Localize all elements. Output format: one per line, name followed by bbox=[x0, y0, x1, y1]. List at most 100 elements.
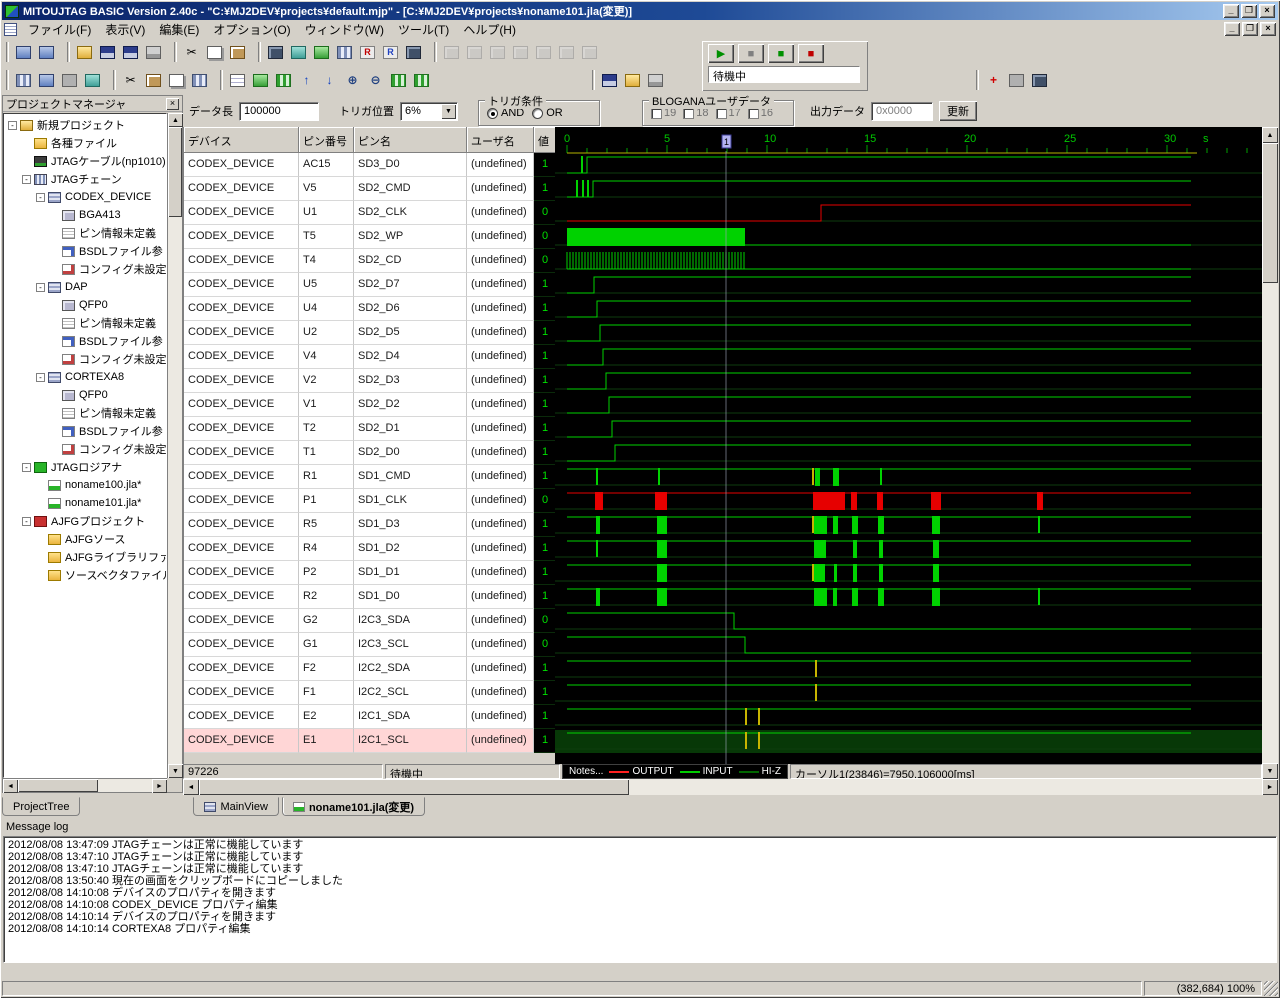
scroll-right-icon[interactable]: ► bbox=[152, 779, 167, 793]
tree-item[interactable]: noname101.jla* bbox=[4, 494, 166, 512]
tree-item[interactable]: - JTAGロジアナ bbox=[4, 458, 166, 476]
signal-row[interactable]: CODEX_DEVICE R2 SD1_D0 (undefined) 1 bbox=[184, 585, 556, 609]
pause-button[interactable]: ■ bbox=[738, 44, 764, 63]
pin-lock-button[interactable] bbox=[58, 69, 81, 91]
waveform-horizontal-scrollbar[interactable]: ◄ ► bbox=[183, 779, 1278, 795]
tree-item[interactable]: noname100.jla* bbox=[4, 476, 166, 494]
tree-item[interactable]: 各種ファイル bbox=[4, 134, 166, 152]
waveform-canvas[interactable]: 0 5 10 15 20 25 30 s 1 bbox=[555, 127, 1262, 764]
wave-load-button[interactable] bbox=[621, 69, 644, 91]
cols-wide-button[interactable] bbox=[410, 69, 433, 91]
tree-item[interactable]: - JTAGチェーン bbox=[4, 170, 166, 188]
tree-item[interactable]: JTAGケーブル(np1010) bbox=[4, 152, 166, 170]
menu-item-3[interactable]: オプション(O) bbox=[206, 19, 297, 40]
data-length-input[interactable]: 100000 bbox=[239, 101, 319, 121]
tree-item[interactable]: - DAP bbox=[4, 278, 166, 296]
output-data-input[interactable]: 0x0000 bbox=[871, 101, 933, 121]
trigger-position-select[interactable]: 6% ▼ bbox=[400, 101, 458, 121]
signal-row[interactable]: CODEX_DEVICE V1 SD2_D2 (undefined) 1 bbox=[184, 393, 556, 417]
run-button[interactable]: ▶ bbox=[708, 44, 734, 63]
minimize-button[interactable]: _ bbox=[1223, 4, 1239, 18]
logana-view-button[interactable] bbox=[249, 69, 272, 91]
tree-item[interactable]: コンフィグ未設定 bbox=[4, 350, 166, 368]
signal-row[interactable]: CODEX_DEVICE R5 SD1_D3 (undefined) 1 bbox=[184, 513, 556, 537]
tree-item[interactable]: コンフィグ未設定 bbox=[4, 440, 166, 458]
open-project-button[interactable] bbox=[73, 41, 96, 63]
view-tab-noname101-jla----[interactable]: noname101.jla(変更) bbox=[281, 797, 426, 816]
signal-row[interactable]: CODEX_DEVICE V2 SD2_D3 (undefined) 1 bbox=[184, 369, 556, 393]
add-signal-button[interactable]: + bbox=[982, 69, 1005, 91]
jtag-schedule-button[interactable] bbox=[287, 41, 310, 63]
scroll-down-icon[interactable]: ▼ bbox=[1262, 763, 1278, 779]
signal-row[interactable]: CODEX_DEVICE T1 SD2_D0 (undefined) 1 bbox=[184, 441, 556, 465]
signal-row[interactable]: CODEX_DEVICE F1 I2C2_SCL (undefined) 1 bbox=[184, 681, 556, 705]
tree-item[interactable]: - CODEX_DEVICE bbox=[4, 188, 166, 206]
checkbox-icon[interactable] bbox=[651, 107, 662, 119]
message-log[interactable]: 2012/08/08 13:47:09 JTAGチェーンは正常に機能しています 2… bbox=[3, 836, 1277, 963]
grid-view-button[interactable] bbox=[12, 69, 35, 91]
copy-button[interactable] bbox=[203, 41, 226, 63]
scrollbar-thumb[interactable] bbox=[168, 127, 182, 217]
tree-item[interactable]: AJFGソース bbox=[4, 530, 166, 548]
tree-item[interactable]: コンフィグ未設定 bbox=[4, 260, 166, 278]
resize-grip[interactable] bbox=[1264, 981, 1278, 996]
signal-row[interactable]: CODEX_DEVICE T4 SD2_CD (undefined) 0 bbox=[184, 249, 556, 273]
save-project-button[interactable] bbox=[96, 41, 119, 63]
tree-item[interactable]: AJFGライブラリファイル bbox=[4, 548, 166, 566]
signal-row[interactable]: CODEX_DEVICE T2 SD2_D1 (undefined) 1 bbox=[184, 417, 556, 441]
logana-grid-button[interactable] bbox=[272, 69, 295, 91]
stack-view-button[interactable] bbox=[35, 69, 58, 91]
expander-icon[interactable]: - bbox=[8, 120, 17, 130]
expander-icon[interactable]: - bbox=[36, 282, 45, 292]
scroll-left-icon[interactable]: ◄ bbox=[3, 779, 18, 793]
signal-row[interactable]: CODEX_DEVICE V4 SD2_D4 (undefined) 1 bbox=[184, 345, 556, 369]
child-minimize-button[interactable]: _ bbox=[1224, 22, 1240, 36]
jtag-table-button[interactable] bbox=[333, 41, 356, 63]
wave-import-button[interactable] bbox=[644, 69, 667, 91]
close-panel-button[interactable]: × bbox=[166, 97, 179, 110]
signal-row[interactable]: CODEX_DEVICE G2 I2C3_SDA (undefined) 0 bbox=[184, 609, 556, 633]
trigger-or-radio[interactable]: OR bbox=[532, 107, 563, 119]
jtag-autodetect-button[interactable] bbox=[264, 41, 287, 63]
child-close-button[interactable]: × bbox=[1260, 22, 1276, 36]
signal-row[interactable]: CODEX_DEVICE R1 SD1_CMD (undefined) 1 bbox=[184, 465, 556, 489]
scrollbar-thumb[interactable] bbox=[199, 779, 629, 795]
tree-item[interactable]: - 新規プロジェクト bbox=[4, 116, 166, 134]
signal-row[interactable]: CODEX_DEVICE P1 SD1_CLK (undefined) 0 bbox=[184, 489, 556, 513]
tree-item[interactable]: QFP0 bbox=[4, 296, 166, 314]
signal-row[interactable]: CODEX_DEVICE P2 SD1_D1 (undefined) 1 bbox=[184, 561, 556, 585]
print-button[interactable] bbox=[142, 41, 165, 63]
checkbox-icon[interactable] bbox=[747, 107, 759, 119]
signal-row[interactable]: CODEX_DEVICE T5 SD2_WP (undefined) 0 bbox=[184, 225, 556, 249]
wave-cut-button[interactable]: ✂ bbox=[119, 69, 142, 91]
view-tab-mainview[interactable]: MainView bbox=[193, 797, 279, 816]
sample-button[interactable]: ■ bbox=[768, 44, 794, 63]
column-header[interactable]: ピン名 bbox=[354, 127, 467, 153]
scroll-down-icon[interactable]: ▼ bbox=[168, 764, 183, 778]
chevron-down-icon[interactable]: ▼ bbox=[441, 103, 456, 119]
tree-item[interactable]: - AJFGプロジェクト bbox=[4, 512, 166, 530]
tree-item[interactable]: ピン情報未定義 bbox=[4, 314, 166, 332]
signal-row[interactable]: CODEX_DEVICE U4 SD2_D6 (undefined) 1 bbox=[184, 297, 556, 321]
tree-item[interactable]: BSDLファイル参 bbox=[4, 332, 166, 350]
tree-item[interactable]: BGA413 bbox=[4, 206, 166, 224]
tree-vertical-scrollbar[interactable]: ▲ ▼ bbox=[167, 113, 183, 778]
expander-icon[interactable]: - bbox=[22, 462, 31, 472]
menu-item-5[interactable]: ツール(T) bbox=[391, 19, 456, 40]
tree-horizontal-scrollbar[interactable]: ◄ ► bbox=[3, 778, 167, 793]
move-up-button[interactable]: ↑ bbox=[295, 69, 318, 91]
window-tile-button[interactable] bbox=[12, 41, 35, 63]
board-view-button[interactable] bbox=[81, 69, 104, 91]
scroll-up-icon[interactable]: ▲ bbox=[1262, 127, 1278, 143]
column-header[interactable]: 値 bbox=[534, 127, 556, 153]
menu-item-0[interactable]: ファイル(F) bbox=[21, 19, 98, 40]
tree-item[interactable]: BSDLファイル参 bbox=[4, 422, 166, 440]
column-header[interactable]: ユーザ名 bbox=[467, 127, 534, 153]
signal-row[interactable]: CODEX_DEVICE E2 I2C1_SDA (undefined) 1 bbox=[184, 705, 556, 729]
expander-icon[interactable]: - bbox=[36, 192, 45, 202]
column-header[interactable]: ピン番号 bbox=[299, 127, 354, 153]
snapshot-button[interactable] bbox=[1005, 69, 1028, 91]
waveform-vertical-scrollbar[interactable]: ▲ ▼ bbox=[1262, 127, 1278, 779]
column-header[interactable]: デバイス bbox=[184, 127, 299, 153]
move-down-button[interactable]: ↓ bbox=[318, 69, 341, 91]
